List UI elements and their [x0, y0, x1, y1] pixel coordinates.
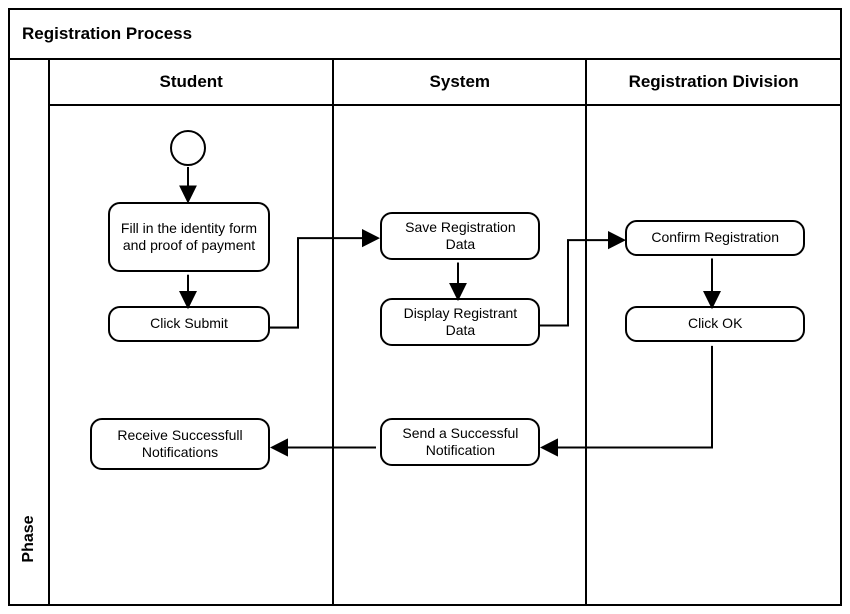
activity-click-submit: Click Submit: [108, 306, 270, 342]
lane-registration: Confirm Registration Click OK: [587, 106, 840, 604]
main-area: Phase Student System Registration Divisi…: [10, 60, 840, 604]
activity-save-data: Save Registration Data: [380, 212, 540, 260]
diagram-title: Registration Process: [10, 10, 840, 60]
activity-click-ok: Click OK: [625, 306, 805, 342]
phase-column: Phase: [10, 60, 50, 604]
phase-label: Phase: [20, 515, 38, 562]
lane-student: Fill in the identity form and proof of p…: [50, 106, 334, 604]
lane-header-student: Student: [50, 60, 334, 104]
lane-system: Save Registration Data Display Registran…: [334, 106, 587, 604]
activity-receive-notif: Receive Successfull Notifications: [90, 418, 270, 470]
lane-header-registration: Registration Division: [587, 60, 840, 104]
activity-fill-form: Fill in the identity form and proof of p…: [108, 202, 270, 272]
lane-body: Fill in the identity form and proof of p…: [50, 106, 840, 604]
swimlanes: Student System Registration Division Fil…: [50, 60, 840, 604]
diagram-frame: Registration Process Phase Student Syste…: [8, 8, 842, 606]
lane-header-system: System: [334, 60, 587, 104]
activity-send-notif: Send a Successful Notification: [380, 418, 540, 466]
activity-confirm-reg: Confirm Registration: [625, 220, 805, 256]
activity-display-data: Display Registrant Data: [380, 298, 540, 346]
lane-headers: Student System Registration Division: [50, 60, 840, 106]
start-node-icon: [170, 130, 206, 166]
